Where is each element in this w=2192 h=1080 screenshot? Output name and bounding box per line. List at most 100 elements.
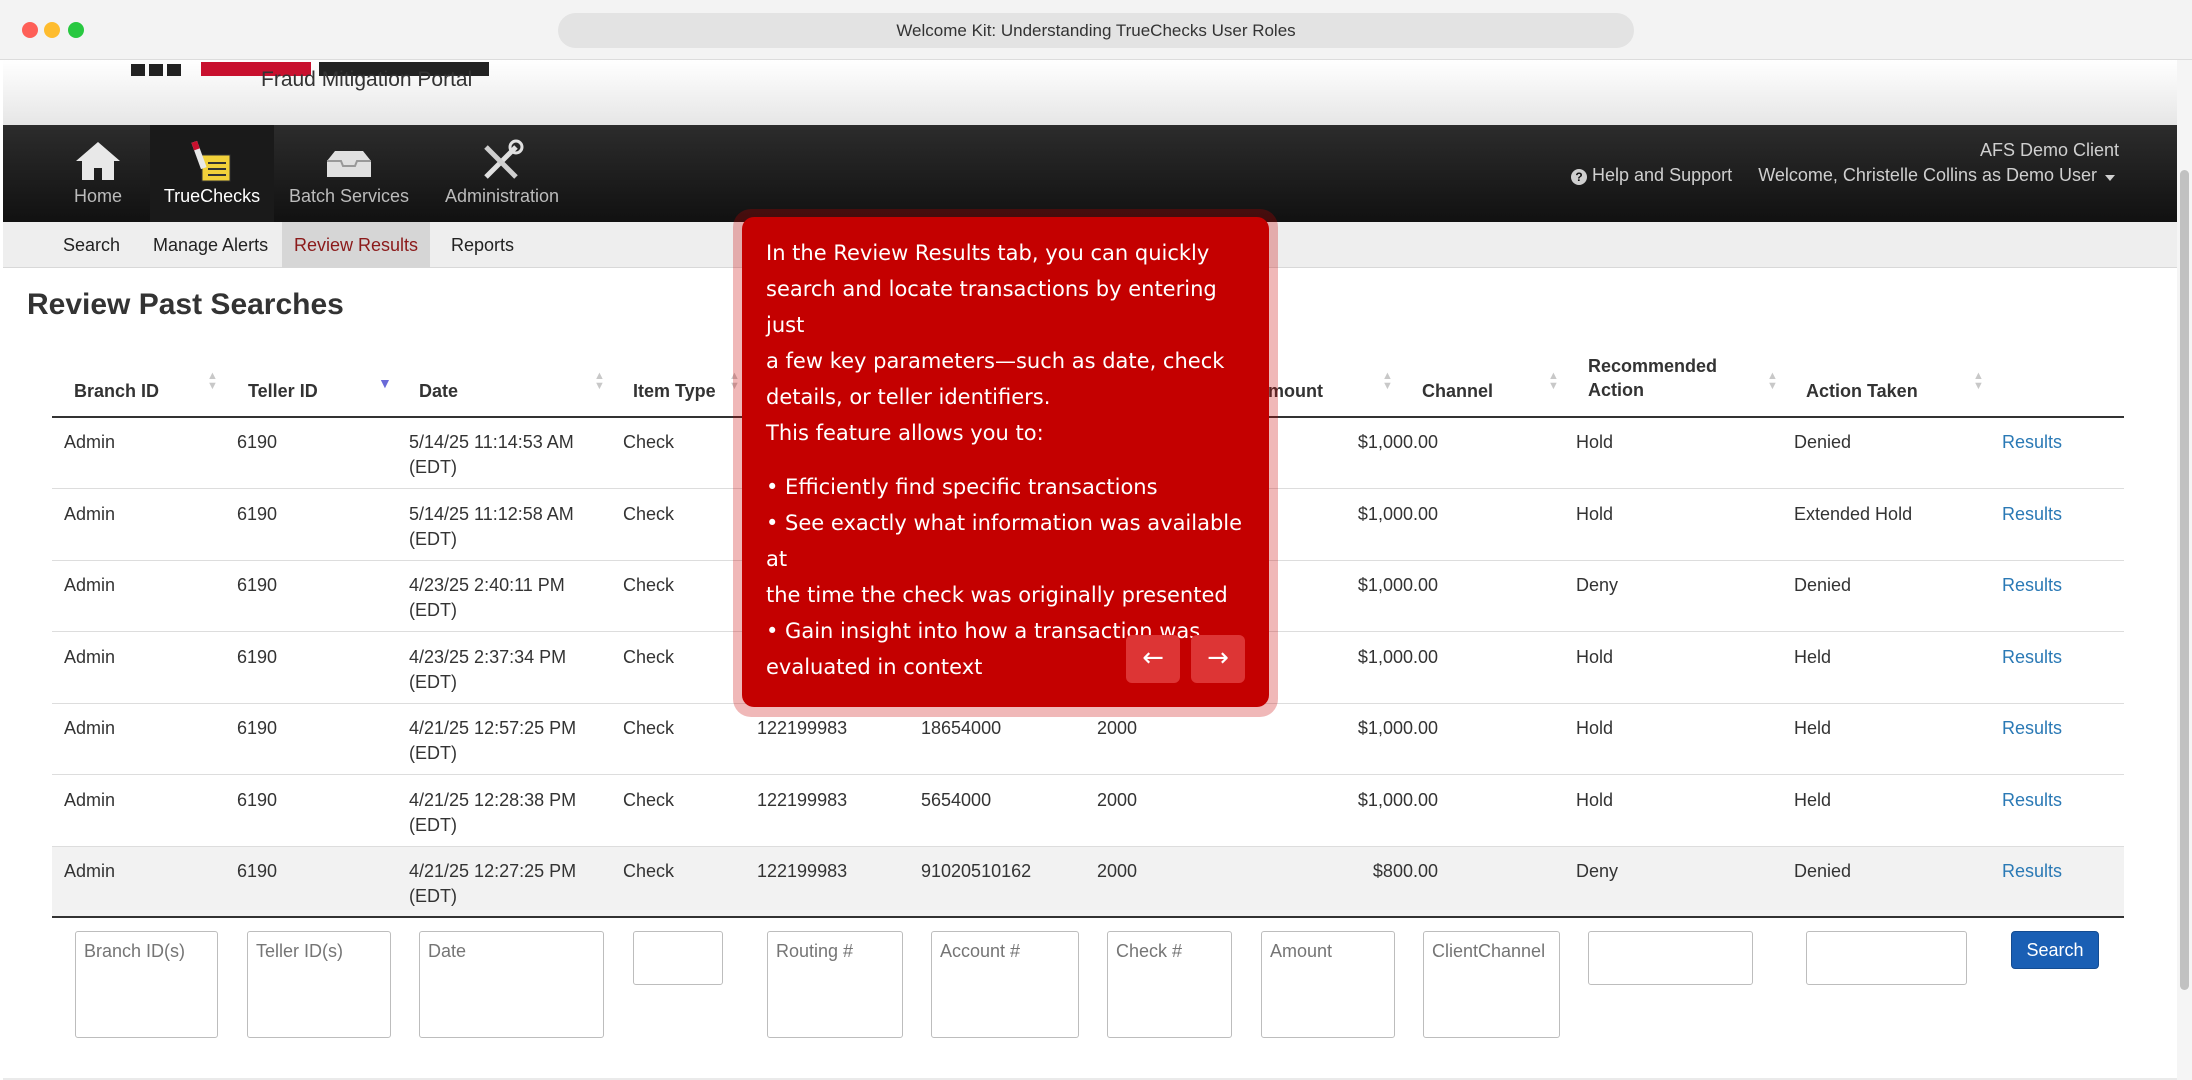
truechecks-icon bbox=[191, 140, 231, 182]
cell-item-type: Check bbox=[623, 432, 675, 452]
caret-down-icon bbox=[2105, 175, 2115, 181]
cell-date: 4/21/25 12:57:25 PM (EDT) bbox=[409, 718, 577, 763]
cell-recommended: Hold bbox=[1576, 504, 1614, 524]
routing-filter[interactable] bbox=[767, 931, 903, 1038]
teller-id-filter[interactable] bbox=[247, 931, 391, 1038]
nav-administration-label: Administration bbox=[444, 186, 560, 206]
user-menu[interactable]: Welcome, Christelle Collins as Demo User bbox=[1758, 165, 2097, 186]
tooltip-prev-button[interactable]: ← bbox=[1126, 635, 1180, 683]
subtab-search[interactable]: Search bbox=[51, 222, 132, 268]
table-row: Admin 6190 4/21/25 12:28:38 PM (EDT) Chec… bbox=[52, 776, 2124, 847]
date-filter[interactable] bbox=[419, 931, 604, 1038]
window-maximize-button[interactable] bbox=[68, 22, 84, 38]
amount-filter[interactable] bbox=[1261, 931, 1395, 1038]
guide-tooltip: In the Review Results tab, you can quick… bbox=[742, 217, 1269, 707]
portal-subtitle: Fraud Mitigation Portal bbox=[261, 68, 473, 91]
col-header-date[interactable]: Date bbox=[419, 379, 458, 403]
cell-branch: Admin bbox=[64, 647, 116, 667]
col-header-item-type[interactable]: Item Type bbox=[633, 379, 716, 403]
cell-recommended: Deny bbox=[1576, 861, 1619, 881]
window-close-button[interactable] bbox=[22, 22, 38, 38]
results-link[interactable]: Results bbox=[2002, 502, 2062, 527]
cell-action-taken: Held bbox=[1794, 790, 1832, 810]
cell-teller: 6190 bbox=[237, 718, 278, 738]
results-link[interactable]: Results bbox=[2002, 716, 2062, 741]
scrollbar-thumb[interactable] bbox=[2180, 170, 2189, 990]
cell-item-type: Check bbox=[623, 575, 675, 595]
cell-teller: 6190 bbox=[237, 861, 278, 881]
cell-check: 2000 bbox=[1097, 718, 1138, 738]
main-navbar: Home TrueChecks Batch Services Administr… bbox=[3, 125, 2177, 222]
branch-id-filter[interactable] bbox=[75, 931, 218, 1038]
item-type-filter[interactable] bbox=[633, 931, 723, 985]
action-taken-filter[interactable] bbox=[1806, 931, 1967, 985]
sort-icon[interactable]: ▲ ▼ bbox=[1548, 371, 1559, 392]
cell-amount: $1,000.00 bbox=[1357, 504, 1438, 524]
cell-amount: $1,000.00 bbox=[1357, 647, 1438, 667]
col-header-action-taken[interactable]: Action Taken bbox=[1806, 379, 1918, 403]
subtab-review-results[interactable]: Review Results bbox=[282, 222, 431, 268]
tooltip-bullet: • Efficiently find specific transactions bbox=[766, 475, 1158, 499]
results-link[interactable]: Results bbox=[2002, 645, 2062, 670]
cell-account: 91020510162 bbox=[921, 861, 1032, 881]
cell-routing: 122199983 bbox=[757, 718, 848, 738]
sort-icon[interactable]: ▲ ▼ bbox=[1382, 371, 1393, 392]
col-header-recommended-action[interactable]: Recommended Action bbox=[1588, 354, 1717, 402]
nav-truechecks[interactable]: TrueChecks bbox=[150, 125, 274, 222]
check-number-filter[interactable] bbox=[1107, 931, 1232, 1038]
sort-icon[interactable]: ▲ ▼ bbox=[207, 371, 218, 392]
tooltip-spacer bbox=[766, 451, 1245, 469]
tooltip-line: a few key parameters—such as date, check bbox=[766, 349, 1225, 373]
account-filter[interactable] bbox=[931, 931, 1079, 1038]
col-header-channel[interactable]: Channel bbox=[1422, 379, 1493, 403]
cell-branch: Admin bbox=[64, 718, 116, 738]
col-header-teller-id[interactable]: Teller ID bbox=[248, 379, 318, 403]
cell-teller: 6190 bbox=[237, 432, 278, 452]
cell-item-type: Check bbox=[623, 504, 675, 524]
recommended-action-filter[interactable] bbox=[1588, 931, 1753, 985]
col-header-branch-id[interactable]: Branch ID bbox=[74, 379, 159, 403]
page-title: Review Past Searches bbox=[27, 288, 344, 321]
results-link[interactable]: Results bbox=[2002, 430, 2062, 455]
cell-routing: 122199983 bbox=[757, 861, 848, 881]
sort-desc-icon[interactable]: ▼ bbox=[378, 376, 392, 390]
tooltip-bullet: the time the check was originally presen… bbox=[766, 583, 1228, 607]
cell-branch: Admin bbox=[64, 861, 116, 881]
cell-amount: $1,000.00 bbox=[1357, 790, 1438, 810]
cell-date: 4/21/25 12:27:25 PM (EDT) bbox=[409, 861, 577, 906]
tooltip-next-button[interactable]: → bbox=[1191, 635, 1245, 683]
nav-batch-services[interactable]: Batch Services bbox=[287, 125, 411, 222]
cell-branch: Admin bbox=[64, 790, 116, 810]
home-icon bbox=[76, 142, 120, 180]
nav-home-label: Home bbox=[73, 186, 122, 206]
results-link[interactable]: Results bbox=[2002, 859, 2062, 884]
help-label: Help and Support bbox=[1592, 165, 1733, 185]
tooltip-bullet: • See exactly what information was avail… bbox=[766, 511, 1243, 571]
cell-recommended: Hold bbox=[1576, 647, 1614, 667]
results-link[interactable]: Results bbox=[2002, 573, 2062, 598]
table-row: Admin 6190 4/21/25 12:27:25 PM (EDT) Chec… bbox=[52, 847, 2124, 918]
cell-item-type: Check bbox=[623, 790, 675, 810]
window-minimize-button[interactable] bbox=[44, 22, 60, 38]
subtab-manage-alerts[interactable]: Manage Alerts bbox=[141, 222, 280, 268]
nav-home[interactable]: Home bbox=[65, 125, 131, 222]
nav-batch-services-label: Batch Services bbox=[288, 186, 410, 206]
cell-account: 5654000 bbox=[921, 790, 992, 810]
cell-amount: $800.00 bbox=[1372, 861, 1438, 881]
results-link[interactable]: Results bbox=[2002, 788, 2062, 813]
sort-icon[interactable]: ▲ ▼ bbox=[1973, 371, 1984, 392]
search-button[interactable]: Search bbox=[2011, 931, 2099, 969]
help-icon: ? bbox=[1571, 169, 1587, 185]
subtab-reports[interactable]: Reports bbox=[439, 222, 526, 268]
address-bar[interactable]: Welcome Kit: Understanding TrueChecks Us… bbox=[558, 13, 1634, 48]
sort-icon[interactable]: ▲ ▼ bbox=[1767, 371, 1778, 392]
cell-action-taken: Extended Hold bbox=[1794, 504, 1913, 524]
nav-administration[interactable]: Administration bbox=[443, 125, 561, 222]
help-and-support-link[interactable]: ? Help and Support bbox=[1571, 165, 1732, 186]
administration-icon bbox=[484, 139, 524, 179]
sort-icon[interactable]: ▲ ▼ bbox=[594, 371, 605, 392]
vertical-scrollbar[interactable] bbox=[2177, 60, 2192, 1080]
cell-amount: $1,000.00 bbox=[1357, 432, 1438, 452]
channel-filter[interactable] bbox=[1423, 931, 1560, 1038]
cell-teller: 6190 bbox=[237, 575, 278, 595]
